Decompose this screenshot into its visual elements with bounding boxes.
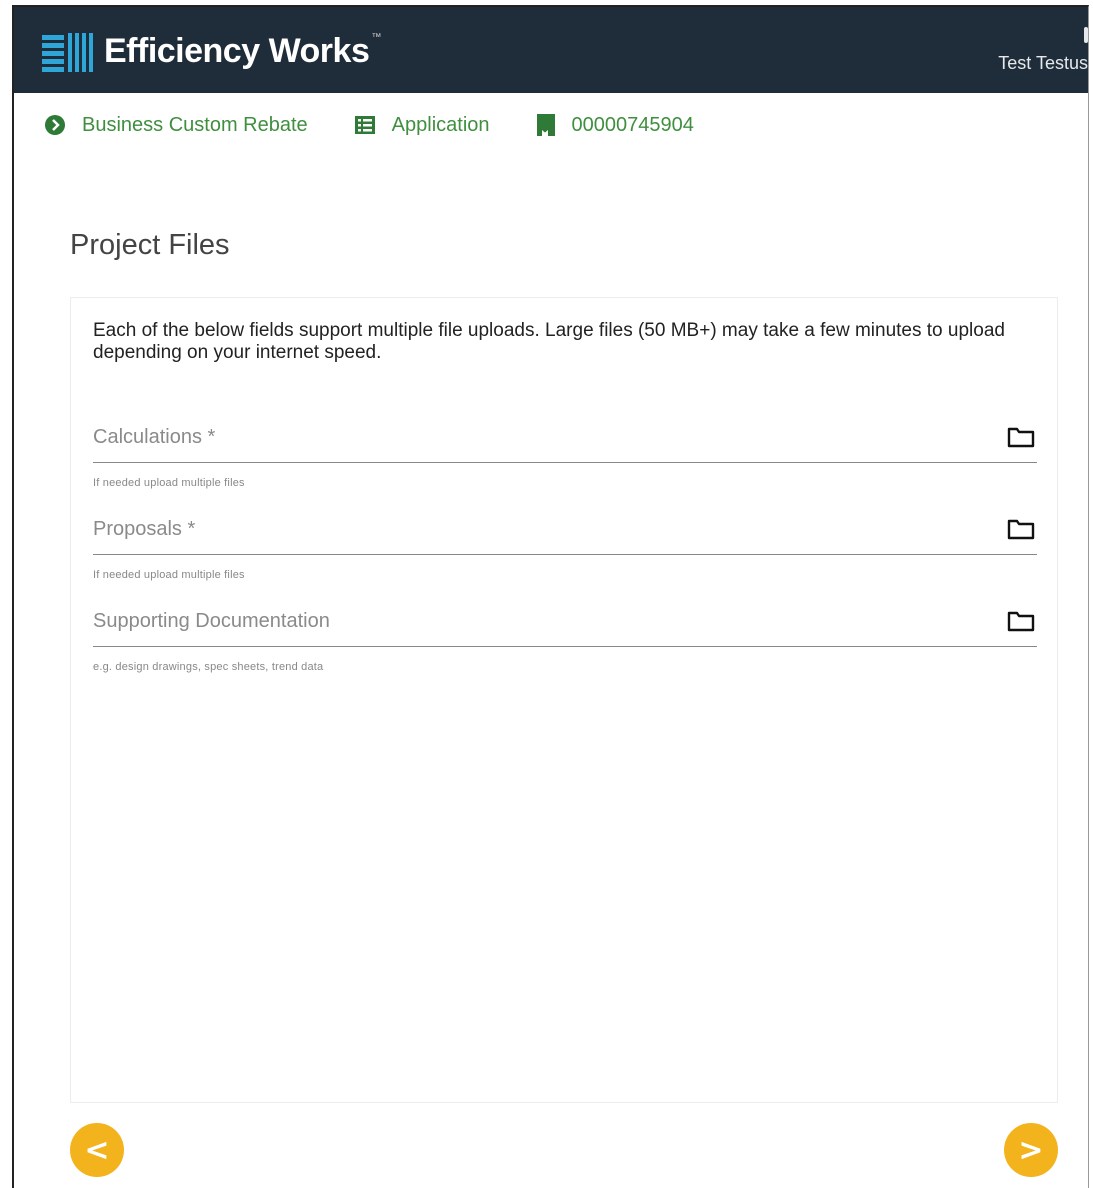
top-header: Efficiency Works ™ Test Testus bbox=[14, 7, 1088, 93]
efficiency-works-logo-icon bbox=[42, 33, 93, 72]
breadcrumb-item-record[interactable]: 00000745904 bbox=[536, 113, 694, 137]
bookmark-icon bbox=[536, 113, 556, 137]
folder-icon[interactable] bbox=[1007, 426, 1035, 453]
field-hint: If needed upload multiple files bbox=[93, 477, 245, 489]
calculations-input[interactable]: Calculations * bbox=[93, 418, 1037, 463]
user-name[interactable]: Test Testus bbox=[998, 53, 1088, 74]
brand-logo[interactable]: Efficiency Works ™ bbox=[40, 29, 381, 73]
files-card: Each of the below fields support multipl… bbox=[70, 297, 1058, 1103]
breadcrumb-item-program[interactable]: Business Custom Rebate bbox=[44, 114, 308, 137]
app-window: Efficiency Works ™ Test Testus Business … bbox=[12, 5, 1089, 1188]
field-label: Supporting Documentation bbox=[93, 610, 330, 632]
upload-instructions: Each of the below fields support multipl… bbox=[93, 320, 1005, 363]
calculations-upload-field[interactable]: Calculations * If needed upload multiple… bbox=[93, 418, 1037, 489]
breadcrumb-label: 00000745904 bbox=[571, 113, 694, 136]
field-label: Proposals * bbox=[93, 518, 196, 540]
folder-icon[interactable] bbox=[1007, 518, 1035, 545]
brand-name: Efficiency Works bbox=[104, 31, 370, 70]
proposals-input[interactable]: Proposals * bbox=[93, 510, 1037, 555]
user-avatar-icon[interactable] bbox=[1084, 27, 1088, 43]
breadcrumb: Business Custom Rebate Application 00000… bbox=[44, 113, 740, 137]
field-hint: If needed upload multiple files bbox=[93, 569, 245, 581]
list-icon bbox=[354, 115, 376, 135]
breadcrumb-label: Business Custom Rebate bbox=[82, 113, 308, 136]
breadcrumb-label: Application bbox=[391, 113, 490, 136]
page-title: Project Files bbox=[70, 229, 230, 261]
proposals-upload-field[interactable]: Proposals * If needed upload multiple fi… bbox=[93, 510, 1037, 581]
breadcrumb-item-application[interactable]: Application bbox=[354, 114, 490, 137]
field-hint: e.g. design drawings, spec sheets, trend… bbox=[93, 661, 324, 673]
supporting-documentation-input[interactable]: Supporting Documentation bbox=[93, 602, 1037, 647]
folder-icon[interactable] bbox=[1007, 610, 1035, 637]
trademark-symbol: ™ bbox=[371, 31, 382, 43]
next-button[interactable]: > bbox=[1004, 1123, 1058, 1177]
previous-button[interactable]: < bbox=[70, 1123, 124, 1177]
field-label: Calculations * bbox=[93, 426, 216, 448]
supporting-documentation-upload-field[interactable]: Supporting Documentation e.g. design dra… bbox=[93, 602, 1037, 673]
chevron-circle-icon bbox=[44, 114, 66, 136]
